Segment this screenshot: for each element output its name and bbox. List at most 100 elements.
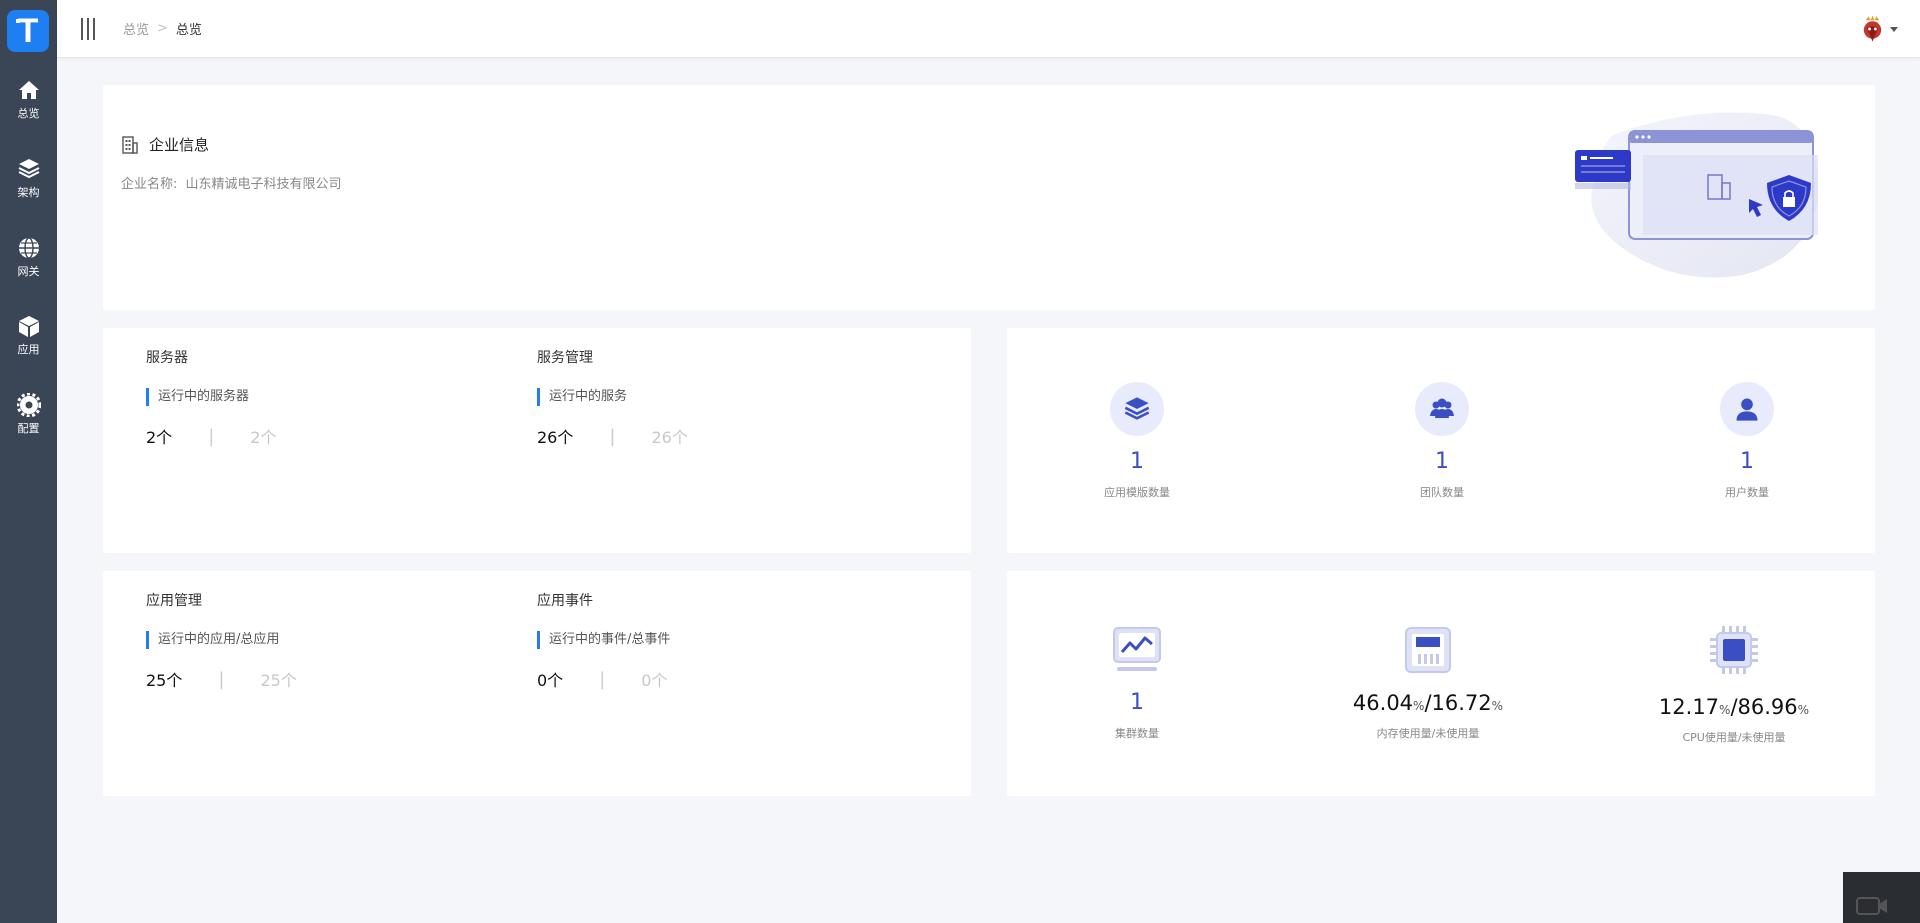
apps-block: 应用管理 运行中的应用/总应用 25个 | 25个 <box>146 590 297 691</box>
company-name: 企业名称: 山东精诚电子科技有限公司 <box>121 173 342 192</box>
globe-icon <box>18 237 39 259</box>
apps-numbers: 25个 | 25个 <box>146 667 297 691</box>
events-running: 0个 <box>537 671 564 690</box>
cpu-usage-stat: 12.17%/86.96% CPU使用量/未使用量 <box>1629 623 1839 745</box>
servers-numbers: 2个 | 2个 <box>146 424 276 448</box>
company-name-value: 山东精诚电子科技有限公司 <box>185 177 342 192</box>
events-title: 应用事件 <box>537 593 593 609</box>
sidebar-item-label: 网关 <box>17 265 40 278</box>
number-divider: | <box>609 425 616 447</box>
menu-toggle-icon[interactable] <box>81 18 99 40</box>
sidebar-item-architecture[interactable]: 架构 <box>0 157 57 217</box>
user-count-label: 用户数量 <box>1725 486 1769 499</box>
gear-icon <box>16 393 41 417</box>
memory-unused: 16.72 <box>1431 691 1492 715</box>
number-divider: | <box>218 668 225 690</box>
memory-usage-label: 内存使用量/未使用量 <box>1376 727 1480 740</box>
sidebar-item-label: 应用 <box>17 343 40 356</box>
breadcrumb-current: 总览 <box>175 23 202 38</box>
home-icon <box>18 81 39 99</box>
app-logo[interactable]: T <box>7 10 49 52</box>
services-running: 26个 <box>537 428 574 447</box>
events-block: 应用事件 运行中的事件/总事件 0个 | 0个 <box>537 590 670 691</box>
memory-used: 46.04 <box>1352 691 1414 715</box>
servers-total: 2个 <box>250 428 277 447</box>
cluster-count-label: 集群数量 <box>1115 727 1159 740</box>
monitor-chart-icon <box>1110 623 1164 677</box>
sidebar-item-label: 配置 <box>17 422 40 435</box>
servers-running: 2个 <box>146 428 173 447</box>
resources-card: 1 集群数量 46.04%/16.72% 内存使用量/未使用量 12.17%/8… <box>1007 571 1875 796</box>
cpu-usage-label: CPU使用量/未使用量 <box>1682 731 1786 744</box>
sidebar-item-config[interactable]: 配置 <box>0 393 57 453</box>
number-divider: | <box>208 425 215 447</box>
avatar-icon <box>1863 15 1882 42</box>
memory-unused-unit: % <box>1491 699 1504 713</box>
company-info-card: 企业信息 企业名称: 山东精诚电子科技有限公司 <box>103 85 1875 310</box>
layers-icon <box>1110 382 1164 436</box>
security-illustration <box>1575 112 1818 278</box>
building-icon <box>122 135 138 154</box>
template-count-stat: 1 应用模版数量 <box>1047 382 1227 500</box>
company-title-text: 企业信息 <box>149 136 210 154</box>
logo-letter: T <box>17 12 39 50</box>
user-icon <box>1720 382 1774 436</box>
sidebar-item-apps[interactable]: 应用 <box>0 314 57 374</box>
number-divider: | <box>599 668 606 690</box>
services-block: 服务管理 运行中的服务 26个 | 26个 <box>537 347 688 448</box>
sidebar-item-overview[interactable]: 总览 <box>0 78 57 138</box>
cube-icon <box>18 316 39 337</box>
template-count-label: 应用模版数量 <box>1104 486 1170 499</box>
memory-icon <box>1401 623 1455 677</box>
counts-card: 1 应用模版数量 1 团队数量 1 用户数量 <box>1007 328 1875 553</box>
cpu-used: 12.17 <box>1658 695 1720 719</box>
cpu-slash: / <box>1730 695 1738 719</box>
team-count-value: 1 <box>1435 449 1449 474</box>
sidebar-item-label: 架构 <box>17 186 40 199</box>
company-title: 企业信息 <box>121 134 209 155</box>
sidebar: T 总览 架构 网关 应用 配置 <box>0 0 57 923</box>
user-avatar[interactable] <box>1858 12 1898 46</box>
sidebar-item-label: 总览 <box>17 107 40 120</box>
memory-used-unit: % <box>1413 699 1425 713</box>
team-count-stat: 1 团队数量 <box>1352 382 1532 500</box>
cluster-count-value: 1 <box>1130 690 1144 715</box>
memory-usage-stat: 46.04%/16.72% 内存使用量/未使用量 <box>1323 623 1533 741</box>
services-numbers: 26个 | 26个 <box>537 424 688 448</box>
template-count-value: 1 <box>1130 449 1144 474</box>
apps-events-card: 应用管理 运行中的应用/总应用 25个 | 25个 应用事件 运行中的事件/总事… <box>103 571 971 796</box>
top-header: 总览 > 总览 <box>57 0 1920 58</box>
servers-subtitle: 运行中的服务器 <box>146 388 276 406</box>
memory-usage-value: 46.04%/16.72% <box>1353 691 1503 715</box>
breadcrumb-parent[interactable]: 总览 <box>123 19 149 38</box>
services-subtitle: 运行中的服务 <box>537 388 688 406</box>
events-total: 0个 <box>641 671 668 690</box>
user-count-stat: 1 用户数量 <box>1657 382 1837 500</box>
company-name-label: 企业名称: <box>121 177 178 192</box>
apps-total: 25个 <box>260 671 297 690</box>
cpu-usage-value: 12.17%/86.96% <box>1659 695 1809 719</box>
floating-video-widget[interactable] <box>1843 872 1920 923</box>
cpu-used-unit: % <box>1719 703 1731 717</box>
apps-running: 25个 <box>146 671 183 690</box>
sidebar-item-gateway[interactable]: 网关 <box>0 236 57 296</box>
video-icon <box>1856 897 1887 915</box>
services-title: 服务管理 <box>537 350 593 366</box>
servers-block: 服务器 运行中的服务器 2个 | 2个 <box>146 347 276 448</box>
breadcrumb: 总览 > 总览 <box>123 19 202 38</box>
layers-icon <box>18 159 39 179</box>
user-count-value: 1 <box>1740 449 1754 474</box>
services-total: 26个 <box>651 428 688 447</box>
apps-title: 应用管理 <box>146 593 202 609</box>
team-icon <box>1415 382 1469 436</box>
cluster-count-stat: 1 集群数量 <box>1047 623 1227 741</box>
servers-title: 服务器 <box>146 350 188 366</box>
events-subtitle: 运行中的事件/总事件 <box>537 631 670 649</box>
servers-services-card: 服务器 运行中的服务器 2个 | 2个 服务管理 运行中的服务 26个 | 26… <box>103 328 971 553</box>
apps-subtitle: 运行中的应用/总应用 <box>146 631 297 649</box>
cpu-unused-unit: % <box>1797 703 1810 717</box>
cpu-unused: 86.96 <box>1737 695 1798 719</box>
team-count-label: 团队数量 <box>1420 486 1464 499</box>
events-numbers: 0个 | 0个 <box>537 667 670 691</box>
chevron-down-icon <box>1890 26 1898 32</box>
